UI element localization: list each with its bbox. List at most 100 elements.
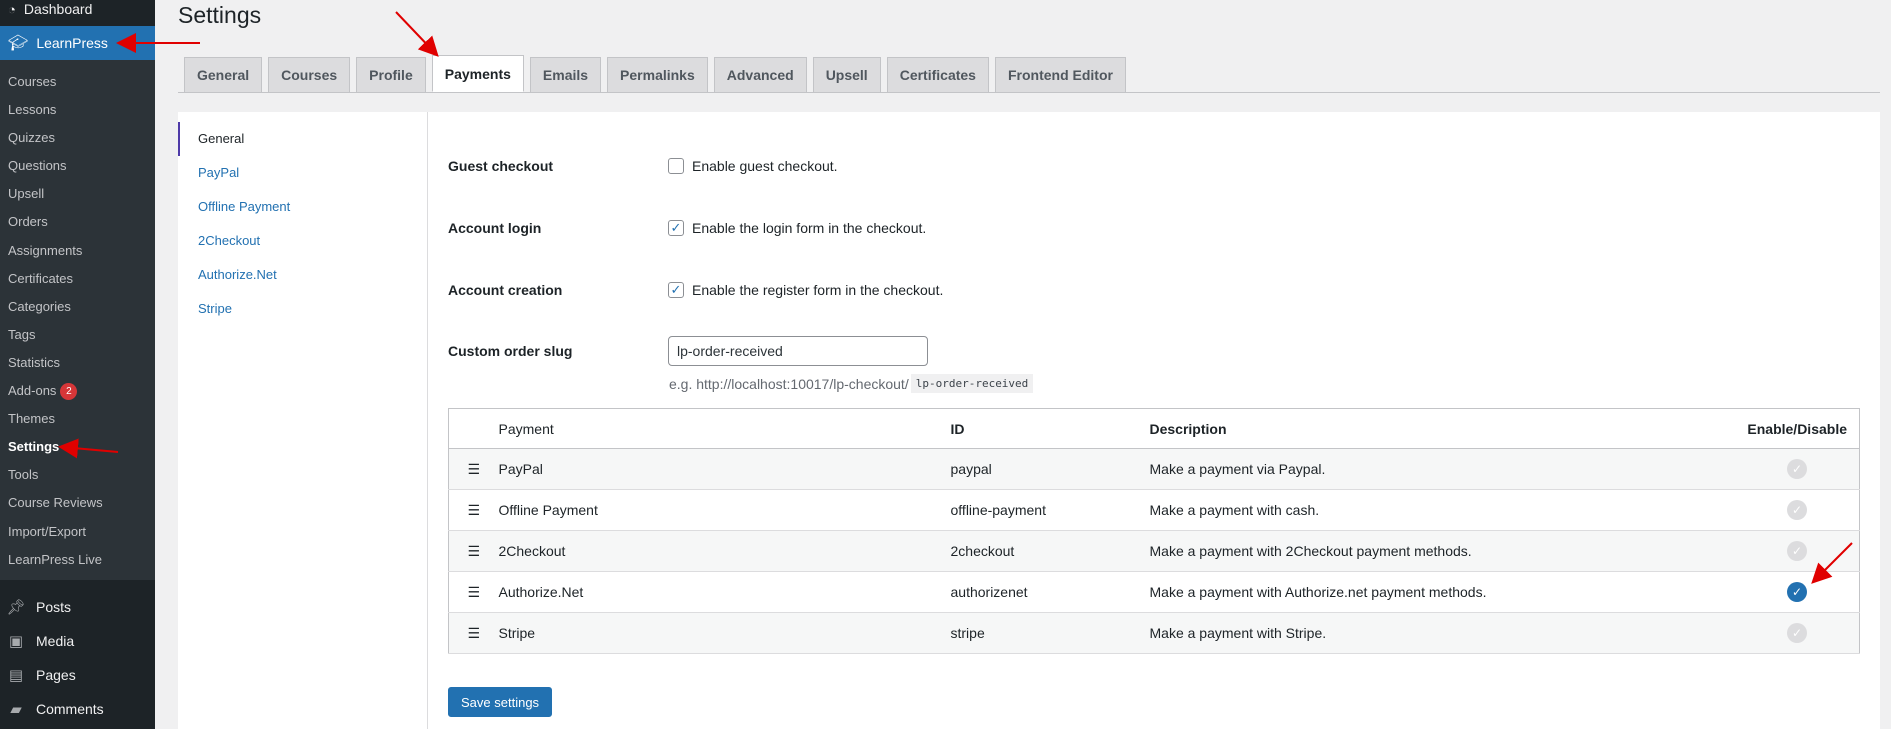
- enable-toggle-icon[interactable]: ✓: [1787, 623, 1807, 643]
- arrow-to-payments-tab: [395, 11, 439, 57]
- tab-emails[interactable]: Emails: [529, 57, 602, 92]
- account-login-checkbox[interactable]: ✓: [668, 220, 684, 236]
- submenu-item-themes[interactable]: Themes: [0, 405, 155, 433]
- submenu-item-certificates[interactable]: Certificates: [0, 265, 155, 293]
- submenu-item-tools[interactable]: Tools: [0, 461, 155, 489]
- submenu-item-assignments[interactable]: Assignments: [0, 237, 155, 265]
- payment-description: Make a payment with Authorize.net paymen…: [1149, 571, 1730, 613]
- sidebar-bottom-menu: 📌︎ Posts ▣ Media ▤ Pages ▰ Comments: [0, 590, 155, 726]
- comments-icon: ▰: [10, 701, 22, 718]
- drag-handle-icon[interactable]: ☰: [448, 448, 499, 490]
- admin-sidebar: ◔ Dashboard 🎓︎ LearnPress Courses Lesson…: [0, 0, 155, 729]
- payment-name-link[interactable]: Authorize.Net: [498, 571, 951, 613]
- submenu-item-tags[interactable]: Tags: [0, 321, 155, 349]
- custom-slug-label: Custom order slug: [448, 343, 573, 359]
- tab-general[interactable]: General: [184, 57, 263, 92]
- subnav-item-offline-payment[interactable]: Offline Payment: [178, 190, 427, 224]
- id-column-header: ID: [950, 408, 1150, 449]
- submenu-item-quizzes[interactable]: Quizzes: [0, 124, 155, 152]
- subnav-item-paypal[interactable]: PayPal: [178, 156, 427, 190]
- graduation-cap-icon: 🎓︎: [8, 35, 29, 52]
- settings-panel: General PayPal Offline Payment 2Checkout…: [178, 112, 1880, 729]
- settings-tabs: General Courses Profile Payments Emails …: [184, 55, 1126, 92]
- tabs-divider: [178, 92, 1880, 93]
- enable-column-header: Enable/Disable: [1729, 408, 1860, 449]
- submenu-item-learnpress-live[interactable]: LearnPress Live: [0, 546, 155, 574]
- custom-slug-row: Custom order slug: [448, 336, 928, 366]
- table-row: ☰ Authorize.Net authorizenet Make a paym…: [448, 571, 1860, 613]
- checkmark-icon: ✓: [670, 220, 682, 235]
- guest-checkout-row: Guest checkout Enable guest checkout.: [448, 158, 838, 174]
- tab-courses[interactable]: Courses: [268, 57, 351, 92]
- payment-methods-table: Payment ID Description Enable/Disable ☰ …: [448, 408, 1860, 654]
- table-row: ☰ 2Checkout 2checkout Make a payment wit…: [448, 530, 1860, 572]
- submenu-item-settings[interactable]: Settings: [0, 433, 155, 461]
- tab-profile[interactable]: Profile: [356, 57, 426, 92]
- sidebar-item-learnpress[interactable]: 🎓︎ LearnPress: [0, 26, 155, 60]
- submenu-item-statistics[interactable]: Statistics: [0, 349, 155, 377]
- save-settings-button[interactable]: Save settings: [448, 687, 553, 717]
- custom-slug-input[interactable]: [668, 336, 928, 366]
- dashboard-icon: ◔: [8, 1, 16, 17]
- payment-description: Make a payment with cash.: [1149, 489, 1730, 531]
- drag-handle-icon[interactable]: ☰: [448, 489, 499, 531]
- learnpress-submenu: Courses Lessons Quizzes Questions Upsell…: [0, 60, 155, 580]
- subnav-item-2checkout[interactable]: 2Checkout: [178, 224, 427, 258]
- submenu-item-upsell[interactable]: Upsell: [0, 180, 155, 208]
- submenu-item-import-export[interactable]: Import/Export: [0, 518, 155, 546]
- sidebar-item-posts[interactable]: 📌︎ Posts: [0, 590, 155, 624]
- payment-name-link[interactable]: Stripe: [498, 612, 951, 654]
- sidebar-item-pages[interactable]: ▤ Pages: [0, 658, 155, 692]
- payment-description: Make a payment with 2Checkout payment me…: [1149, 530, 1730, 572]
- tab-permalinks[interactable]: Permalinks: [607, 57, 708, 92]
- tab-advanced[interactable]: Advanced: [713, 57, 807, 92]
- submenu-item-addons[interactable]: Add-ons 2: [0, 377, 155, 405]
- drag-handle-icon[interactable]: ☰: [448, 571, 499, 613]
- submenu-item-questions[interactable]: Questions: [0, 152, 155, 180]
- account-creation-checkbox[interactable]: ✓: [668, 282, 684, 298]
- enable-toggle-icon[interactable]: ✓: [1787, 541, 1807, 561]
- description-column-header: Description: [1149, 408, 1730, 449]
- payment-name-link[interactable]: Offline Payment: [498, 489, 951, 531]
- submenu-item-course-reviews[interactable]: Course Reviews: [0, 489, 155, 517]
- sidebar-item-comments[interactable]: ▰ Comments: [0, 692, 155, 726]
- account-login-text: Enable the login form in the checkout.: [692, 220, 927, 236]
- guest-checkout-text: Enable guest checkout.: [692, 158, 838, 174]
- subnav-item-authorize-net[interactable]: Authorize.Net: [178, 258, 427, 292]
- tab-frontend-editor[interactable]: Frontend Editor: [994, 57, 1126, 92]
- table-row: ☰ Stripe stripe Make a payment with Stri…: [448, 612, 1860, 654]
- account-login-row: Account login ✓ Enable the login form in…: [448, 220, 926, 236]
- sidebar-item-media[interactable]: ▣ Media: [0, 624, 155, 658]
- drag-handle-icon[interactable]: ☰: [448, 612, 499, 654]
- payment-description: Make a payment with Stripe.: [1149, 612, 1730, 654]
- pages-icon: ▤: [8, 667, 24, 684]
- enable-toggle-icon[interactable]: ✓: [1787, 459, 1807, 479]
- enable-toggle-icon[interactable]: ✓: [1787, 500, 1807, 520]
- table-header-row: Payment ID Description Enable/Disable: [448, 408, 1860, 449]
- subnav-item-stripe[interactable]: Stripe: [178, 292, 427, 326]
- checkmark-icon: ✓: [670, 282, 682, 297]
- media-icon: ▣: [8, 633, 24, 650]
- payment-subnav: General PayPal Offline Payment 2Checkout…: [178, 112, 428, 729]
- slug-code: lp-order-received: [910, 374, 1034, 393]
- sidebar-item-dashboard[interactable]: ◔ Dashboard: [0, 0, 155, 18]
- tab-upsell[interactable]: Upsell: [812, 57, 881, 92]
- submenu-item-courses[interactable]: Courses: [0, 68, 155, 96]
- submenu-item-categories[interactable]: Categories: [0, 293, 155, 321]
- submenu-item-orders[interactable]: Orders: [0, 208, 155, 236]
- payment-id: stripe: [950, 612, 1150, 654]
- payment-id: paypal: [950, 448, 1150, 490]
- submenu-item-lessons[interactable]: Lessons: [0, 96, 155, 124]
- payment-column-header: Payment: [498, 408, 951, 449]
- account-login-label: Account login: [448, 220, 542, 236]
- payment-name-link[interactable]: PayPal: [498, 448, 951, 490]
- payment-id: offline-payment: [950, 489, 1150, 531]
- subnav-item-general[interactable]: General: [178, 122, 427, 156]
- drag-handle-icon[interactable]: ☰: [448, 530, 499, 572]
- enable-toggle-icon[interactable]: ✓: [1787, 582, 1807, 602]
- payment-name-link[interactable]: 2Checkout: [498, 530, 951, 572]
- tab-payments[interactable]: Payments: [431, 55, 524, 92]
- tab-certificates[interactable]: Certificates: [886, 57, 989, 92]
- guest-checkout-checkbox[interactable]: [668, 158, 684, 174]
- table-row: ☰ Offline Payment offline-payment Make a…: [448, 489, 1860, 531]
